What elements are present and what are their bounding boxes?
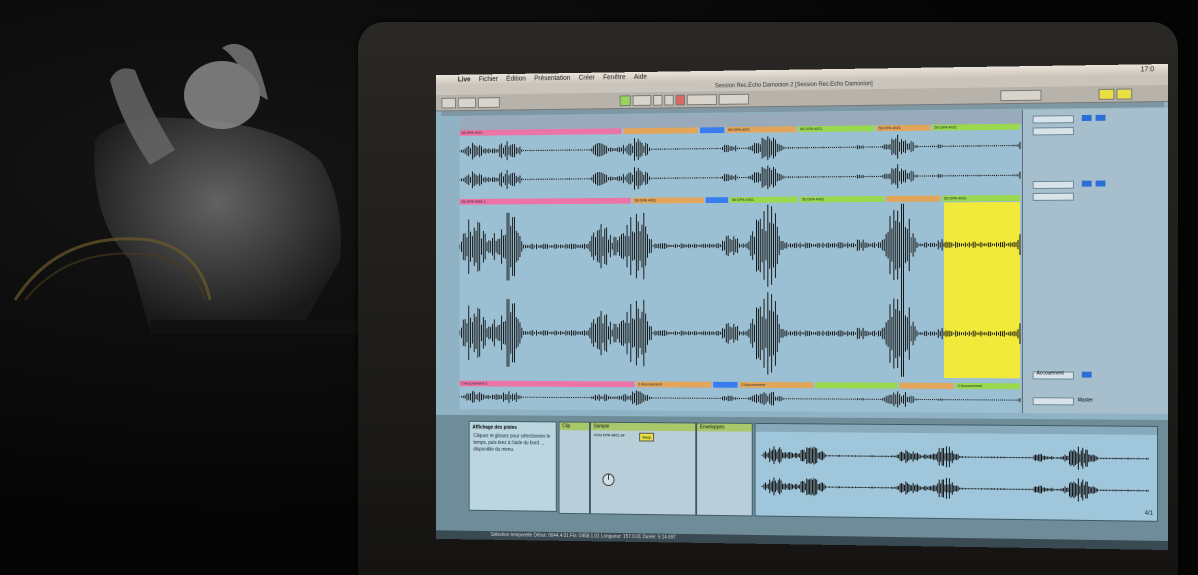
clip-header[interactable] (623, 127, 698, 134)
menu-edition[interactable]: Édition (506, 74, 526, 86)
menu-fenetre[interactable]: Fenêtre (603, 72, 625, 84)
clip-header[interactable] (886, 196, 940, 202)
clip-header[interactable]: 56 DPA 4021 (932, 124, 1020, 131)
io-chooser[interactable] (1033, 193, 1074, 201)
top-waveform (460, 132, 1022, 197)
photo-scene: Live Fichier Édition Présentation Créer … (0, 0, 1198, 575)
position-field[interactable] (633, 95, 652, 106)
menu-aide[interactable]: Aide (634, 72, 647, 84)
clip-header[interactable]: 2 Accouement (739, 382, 813, 388)
clip-header[interactable] (900, 383, 954, 389)
loop-start-field[interactable] (687, 94, 717, 105)
clip-box: Clip (559, 421, 590, 514)
midi-map-button[interactable] (1116, 88, 1132, 99)
envelopes-title: Enveloppes (697, 423, 752, 431)
clip-header[interactable] (700, 127, 724, 133)
clip-header[interactable]: 56 DPA 4021 (877, 125, 931, 132)
loop-length-field[interactable] (719, 94, 749, 105)
clip-header[interactable]: 56 DPA 4021 (460, 128, 622, 136)
master-chooser[interactable] (1033, 397, 1074, 405)
warp-button[interactable]: Warp (639, 433, 654, 442)
sample-title: Sample (591, 423, 695, 432)
sample-name: 0103 DPA 4061.aif (594, 432, 625, 437)
laptop-screen: Live Fichier Édition Présentation Créer … (436, 64, 1168, 550)
person-silhouette (0, 0, 400, 420)
record-button[interactable] (676, 95, 685, 106)
envelopes-box: Enveloppes (696, 422, 753, 516)
menu-clock: 17:0 (1141, 64, 1168, 76)
main-waveform (460, 203, 1022, 377)
detail-view: Affichage des pistes Cliquez et glissez … (436, 415, 1168, 550)
page-indicator: 4/1 (1145, 511, 1153, 517)
clip-header[interactable] (815, 382, 897, 388)
menu-app[interactable]: Live (458, 75, 471, 87)
bottom-waveform (460, 388, 1022, 409)
clip-header[interactable] (713, 382, 737, 388)
follow-button[interactable] (620, 95, 631, 106)
sample-waveform (761, 438, 1149, 511)
transpose-knob-icon[interactable] (602, 473, 615, 487)
menu-creer[interactable]: Créer (579, 73, 595, 85)
io-chooser[interactable] (1033, 115, 1074, 123)
track-button[interactable] (1082, 181, 1092, 187)
clip-header[interactable]: 2 Accouement (636, 381, 711, 387)
clip-header[interactable]: 56 DPA 4061 (730, 197, 798, 203)
info-title: Affichage des pistes (470, 422, 556, 434)
signature-field[interactable] (478, 97, 500, 108)
track-button[interactable] (1096, 115, 1106, 121)
clip-header[interactable]: 56 DPA 4021 (726, 126, 796, 133)
track-button[interactable] (1096, 180, 1106, 186)
track-io-panel: Accouement Master (1022, 108, 1168, 414)
master-label: Master (1078, 397, 1093, 403)
clip-header[interactable]: 56 DPA 4021 (798, 125, 874, 132)
lane-label: Accouement (1037, 370, 1064, 376)
clip-header[interactable]: 56 DPA 4061-1 (460, 198, 631, 205)
sample-ruler[interactable] (756, 424, 1158, 435)
clip-header[interactable]: 2 Accouement (956, 383, 1020, 389)
clip-header[interactable] (706, 197, 729, 203)
tap-button[interactable] (441, 98, 456, 109)
io-chooser[interactable] (1033, 181, 1074, 189)
tempo-field[interactable] (458, 97, 476, 108)
play-button[interactable] (653, 95, 662, 106)
info-text: Cliquez et glissez pour sélectionner le … (470, 433, 556, 454)
menu-fichier[interactable]: Fichier (479, 74, 498, 86)
cpu-meter (1000, 90, 1041, 101)
sample-editor[interactable]: 4/1 (755, 423, 1158, 522)
sample-box: Sample 0103 DPA 4061.aif Warp (590, 422, 696, 516)
io-chooser[interactable] (1033, 127, 1074, 135)
key-map-button[interactable] (1099, 89, 1115, 100)
clip-header[interactable]: 2 Accouement 1 (460, 381, 635, 388)
arrangement-tracks[interactable]: 56 DPA 4021 56 DPA 4021 56 DPA 4021 56 D… (460, 124, 1022, 413)
track-button[interactable] (1082, 115, 1092, 121)
clip-header[interactable]: 56 DPA 4061 (800, 196, 884, 202)
clip-title: Clip (559, 422, 589, 430)
stop-button[interactable] (664, 95, 673, 106)
info-view: Affichage des pistes Cliquez et glissez … (469, 421, 557, 512)
clip-header[interactable]: 56 DPA 4061 (942, 195, 1020, 201)
track-button[interactable] (1082, 372, 1092, 378)
menu-presentation[interactable]: Présentation (534, 73, 570, 85)
clip-header[interactable]: 56 DPA 4061 (633, 197, 704, 203)
